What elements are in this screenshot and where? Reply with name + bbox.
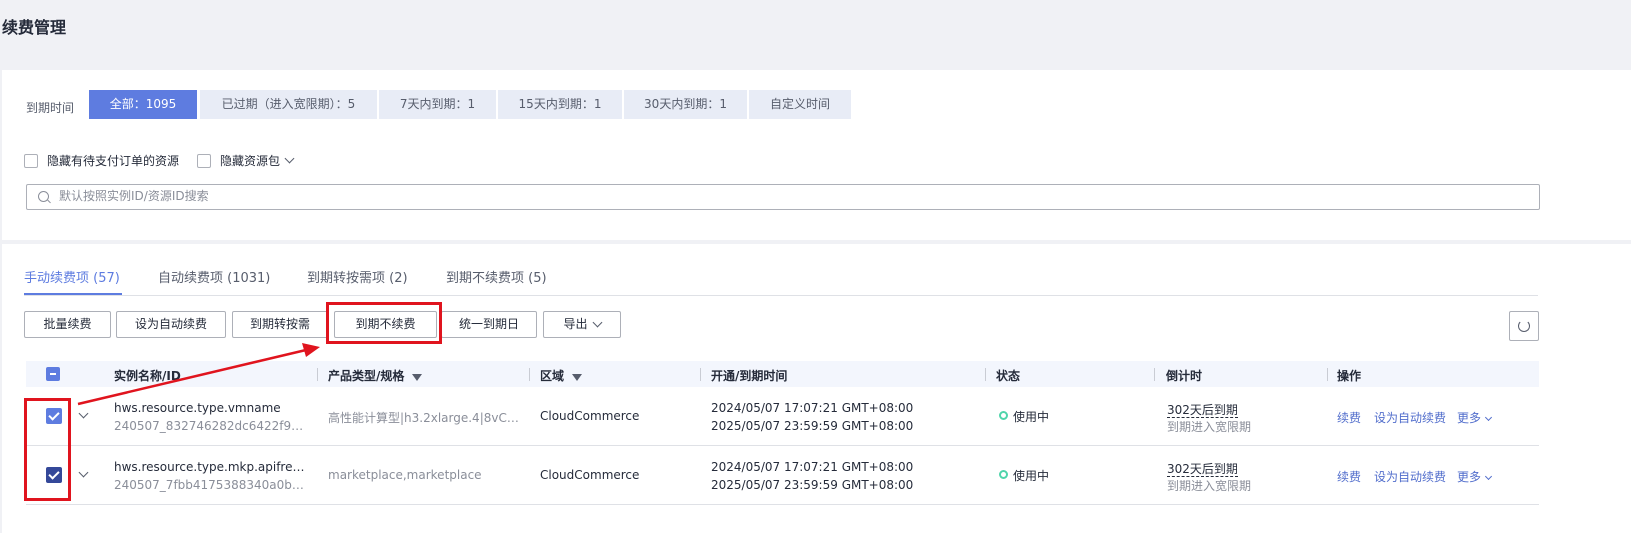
hide-package-checkbox[interactable]: 隐藏资源包 (197, 152, 295, 169)
countdown-sub: 到期进入宽限期 (1167, 420, 1252, 434)
col-actions: 操作 (1337, 369, 1362, 383)
chevron-down-icon[interactable] (284, 153, 295, 164)
segment-7days[interactable]: 7天内到期：1 (379, 90, 496, 119)
col-product-type[interactable]: 产品类型/规格 (328, 367, 423, 384)
set-auto-renew-link[interactable]: 设为自动续费 (1374, 409, 1446, 426)
filter-icon[interactable] (572, 374, 583, 381)
tab-manual-renew[interactable]: 手动续费项 (57) (24, 267, 120, 286)
col-time: 开通/到期时间 (711, 369, 788, 383)
search-box[interactable] (26, 184, 1540, 210)
to-ondemand-button[interactable]: 到期转按需 (232, 311, 328, 338)
batch-renew-button[interactable]: 批量续费 (24, 311, 111, 338)
set-auto-renew-button[interactable]: 设为自动续费 (116, 311, 226, 338)
checkbox-box[interactable] (24, 153, 38, 168)
page-title: 续费管理 (2, 18, 67, 37)
column-separator (985, 368, 986, 381)
filter-panel: 到期时间 全部：1095 已过期（进入宽限期）：5 7天内到期：1 15天内到期… (2, 70, 1631, 240)
column-separator (700, 368, 701, 381)
status-running-icon (999, 470, 1008, 479)
renew-link[interactable]: 续费 (1337, 409, 1361, 426)
list-panel: 手动续费项 (57) 自动续费项 (1031) 到期转按需项 (2) 到期不续费… (2, 244, 1631, 533)
column-separator (1327, 368, 1328, 381)
col-region-label: 区域 (540, 369, 565, 383)
product-spec: 高性能计算型|h3.2xlarge.4|8vCPUs... (328, 411, 523, 425)
countdown-text: 302天后到期 (1167, 403, 1238, 418)
segment-expired[interactable]: 已过期（进入宽限期）：5 (200, 90, 377, 119)
annotation-highlight-checkboxes (24, 398, 71, 501)
checkbox-box[interactable] (197, 153, 211, 168)
status-text: 使用中 (1013, 469, 1050, 483)
countdown: 302天后到期 (1167, 401, 1238, 418)
col-product-type-label: 产品类型/规格 (328, 369, 405, 383)
search-input[interactable] (57, 188, 1461, 204)
instance-name: hws.resource.type.vmname (114, 401, 281, 415)
column-separator (1154, 368, 1155, 381)
hide-pending-label: 隐藏有待支付订单的资源 (47, 154, 180, 168)
countdown-text: 302天后到期 (1167, 462, 1238, 477)
renew-link[interactable]: 续费 (1337, 468, 1361, 485)
instance-id: 240507_7fbb4175388340a0b2bf6e... (114, 478, 309, 492)
set-auto-renew-link[interactable]: 设为自动续费 (1374, 468, 1446, 485)
export-button[interactable]: 导出 (543, 311, 621, 338)
expire-time-label: 到期时间 (26, 101, 75, 115)
column-separator (317, 368, 318, 381)
countdown-sub: 到期进入宽限期 (1167, 479, 1252, 493)
start-time: 2024/05/07 17:07:21 GMT+08:00 (711, 401, 914, 415)
export-label: 导出 (563, 317, 588, 331)
refresh-button[interactable] (1509, 311, 1539, 341)
table-row: hws.resource.type.vmname 240507_83274628… (26, 387, 1539, 446)
chevron-down-icon (592, 317, 602, 328)
col-status: 状态 (996, 369, 1021, 383)
filter-icon[interactable] (412, 374, 423, 381)
col-instance-name: 实例名称/ID (114, 369, 181, 383)
table-row: hws.resource.type.mkp.apifree.47d... 240… (26, 446, 1539, 505)
countdown: 302天后到期 (1167, 460, 1238, 477)
status-running-icon (999, 411, 1008, 420)
region: CloudCommerce (540, 468, 640, 482)
tab-divider (24, 295, 1538, 296)
hide-pending-checkbox[interactable]: 隐藏有待支付订单的资源 (24, 152, 179, 169)
segment-30days[interactable]: 30天内到期：1 (624, 90, 747, 119)
more-link[interactable]: 更多 (1457, 468, 1493, 485)
end-time: 2025/05/07 23:59:59 GMT+08:00 (711, 419, 914, 433)
more-link[interactable]: 更多 (1457, 409, 1493, 426)
segment-15days[interactable]: 15天内到期：1 (498, 90, 622, 119)
product-spec: marketplace,marketplace (328, 468, 482, 482)
segment-all[interactable]: 全部：1095 (89, 90, 197, 119)
start-time: 2024/05/07 17:07:21 GMT+08:00 (711, 460, 914, 474)
chevron-down-icon (1484, 472, 1493, 481)
table-header: 实例名称/ID 产品类型/规格 区域 开通/到期时间 状态 倒计时 操作 (26, 361, 1539, 387)
region: CloudCommerce (540, 409, 640, 423)
col-countdown: 倒计时 (1166, 369, 1203, 383)
instance-id: 240507_832746282dc6422f99abef... (114, 419, 309, 433)
expand-chevron-icon[interactable] (78, 408, 89, 419)
hide-package-label: 隐藏资源包 (220, 154, 281, 168)
select-all-checkbox[interactable] (46, 367, 60, 381)
unify-date-button[interactable]: 统一到期日 (441, 311, 537, 338)
more-label: 更多 (1457, 470, 1482, 484)
search-icon (38, 191, 49, 202)
col-region[interactable]: 区域 (540, 367, 583, 384)
segment-custom[interactable]: 自定义时间 (749, 90, 851, 119)
tab-to-ondemand[interactable]: 到期转按需项 (2) (307, 267, 408, 286)
tab-no-renew[interactable]: 到期不续费项 (5) (446, 267, 547, 286)
chevron-down-icon (1484, 413, 1493, 422)
tab-auto-renew[interactable]: 自动续费项 (1031) (158, 267, 270, 286)
expand-chevron-icon[interactable] (78, 467, 89, 478)
instance-name: hws.resource.type.mkp.apifree.47d... (114, 460, 309, 474)
column-separator (529, 368, 530, 381)
tab-active-indicator (24, 293, 122, 295)
status-text: 使用中 (1013, 410, 1050, 424)
end-time: 2025/05/07 23:59:59 GMT+08:00 (711, 478, 914, 492)
refresh-icon (1518, 320, 1530, 332)
annotation-highlight-no-renew (326, 302, 442, 344)
more-label: 更多 (1457, 411, 1482, 425)
